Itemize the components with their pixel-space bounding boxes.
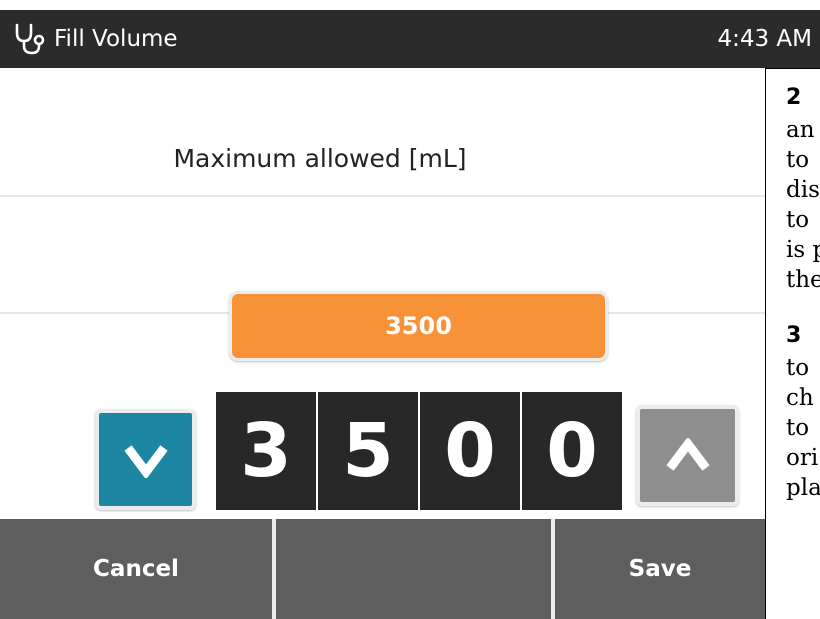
- maximum-value-text: 3500: [385, 312, 452, 340]
- divider: [0, 195, 765, 197]
- clock-time: 4:43 AM: [717, 26, 812, 52]
- increase-button[interactable]: [636, 405, 739, 506]
- instruction-line: ori: [786, 445, 819, 471]
- action-bar: Cancel Save: [0, 519, 765, 619]
- digit-tens[interactable]: 0: [420, 392, 520, 510]
- instruction-panel: 2 an to dis to is p the 3 to ch to ori p…: [765, 68, 820, 619]
- stethoscope-icon: [15, 23, 45, 55]
- step-number: 2: [786, 85, 802, 110]
- digit-hundreds[interactable]: 5: [318, 392, 418, 510]
- digit-thousands[interactable]: 3: [216, 392, 316, 510]
- cancel-button[interactable]: Cancel: [0, 519, 276, 619]
- instruction-line: to: [786, 147, 810, 173]
- instruction-line: an: [786, 117, 815, 143]
- middle-action-button[interactable]: [276, 519, 555, 619]
- instruction-line: to: [786, 207, 810, 233]
- instruction-line: ch: [786, 385, 814, 411]
- cancel-label: Cancel: [93, 556, 179, 582]
- field-label: Maximum allowed [mL]: [173, 144, 467, 173]
- instruction-line: is p: [786, 237, 820, 263]
- maximum-value-button[interactable]: 3500: [229, 291, 608, 361]
- instruction-line: dis: [786, 177, 820, 203]
- instruction-line: the: [786, 267, 820, 293]
- device-screen: Fill Volume 4:43 AM Maximum allowed [mL]…: [0, 0, 820, 619]
- instruction-line: to: [786, 355, 810, 381]
- chevron-up-icon: [665, 437, 710, 471]
- save-label: Save: [628, 556, 692, 582]
- instruction-line: pla: [786, 475, 820, 501]
- instruction-line: to: [786, 415, 810, 441]
- chevron-down-icon: [123, 444, 168, 478]
- decrease-button[interactable]: [95, 409, 196, 510]
- title-bar: Fill Volume 4:43 AM: [0, 10, 820, 68]
- digit-ones[interactable]: 0: [522, 392, 622, 510]
- step-number: 3: [786, 323, 802, 348]
- save-button[interactable]: Save: [555, 519, 765, 619]
- screen-title: Fill Volume: [54, 26, 178, 52]
